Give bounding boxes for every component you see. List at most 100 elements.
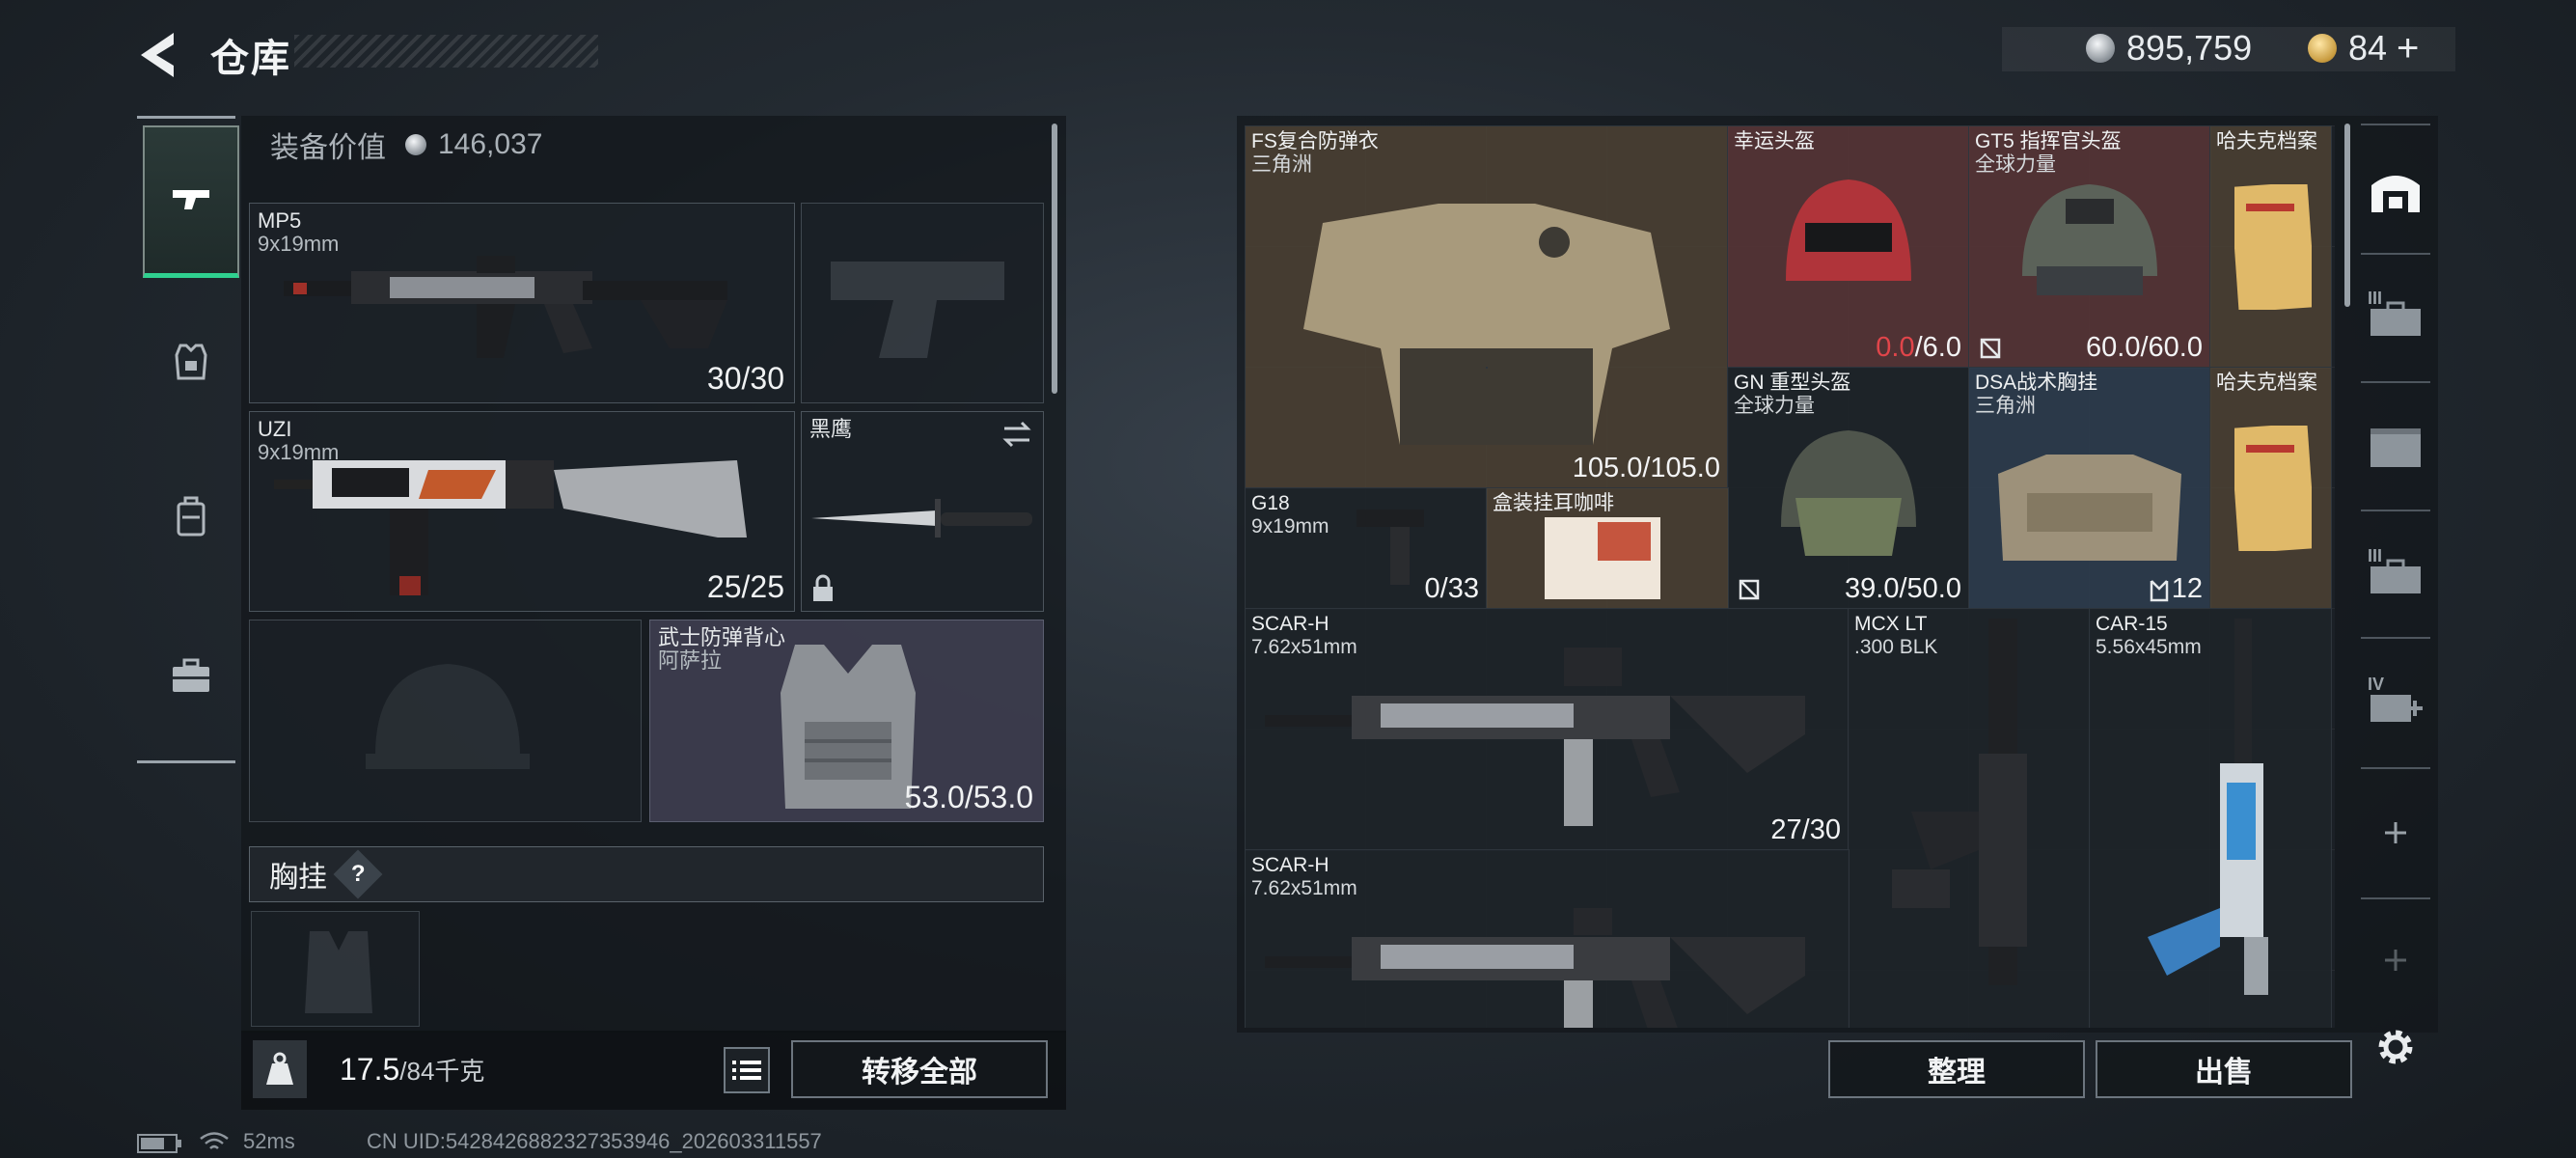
- storage-item-gt5-helmet[interactable]: GT5 指挥官头盔 全球力量 60.0/60.0: [1968, 125, 2211, 369]
- armor-name: 武士防弹背心: [658, 625, 786, 649]
- helmet-placeholder-icon: [366, 664, 530, 769]
- mp5-image: [284, 256, 727, 358]
- tab-armor[interactable]: [143, 323, 239, 400]
- storage-scrollbar[interactable]: [2344, 124, 2350, 307]
- tab-storage-box[interactable]: [2362, 413, 2429, 481]
- tab-case-iv[interactable]: IV: [2362, 671, 2429, 738]
- weapon-name: MP5: [258, 208, 302, 233]
- melee-slot[interactable]: 黑鹰: [801, 411, 1044, 612]
- capacity-icon: [2150, 580, 2169, 602]
- side-divider: [2361, 381, 2430, 383]
- repair-disabled-icon: [1980, 338, 2001, 359]
- plus-icon: [2385, 822, 2406, 843]
- tab-case-iii-2[interactable]: III: [2362, 542, 2429, 610]
- mcx-lt-image: [1892, 619, 2027, 985]
- storage-item-coffee[interactable]: 盒装挂耳咖啡: [1486, 487, 1729, 610]
- swap-icon[interactable]: [1000, 420, 1033, 449]
- weapon-ammo: 25/25: [706, 569, 784, 604]
- storage-item-dsa-chest-rig[interactable]: DSA战术胸挂 三角洲 12: [1968, 367, 2211, 610]
- armor-slot[interactable]: 武士防弹背心 阿萨拉 53.0/53.0: [649, 620, 1044, 822]
- chest-rig-label: 胸挂: [269, 862, 327, 894]
- storage-box-icon: [2370, 428, 2421, 467]
- side-divider: [2361, 767, 2430, 769]
- nav-divider-bottom: [137, 760, 235, 763]
- scar-h-image: [1265, 648, 1805, 826]
- vest-image: [781, 645, 916, 809]
- melee-name: 黑鹰: [809, 417, 853, 441]
- gn-helmet-image: [1781, 430, 1916, 556]
- storage-item-scar-h-1[interactable]: SCAR-H 7.62x51mm 27/30: [1245, 608, 1850, 851]
- item-ammo: 27/30: [1770, 814, 1841, 845]
- file-image: [2234, 426, 2312, 551]
- weight-icon: [253, 1040, 307, 1098]
- scar-h-image: [1265, 908, 1805, 1028]
- chest-rig-image: [1998, 455, 2181, 561]
- secondary-weapon-slot[interactable]: UZI 9x19mm 25/25: [249, 411, 795, 612]
- lock-icon: [813, 574, 833, 601]
- tab-weapons[interactable]: [143, 125, 239, 278]
- transfer-all-button[interactable]: 转移全部: [791, 1040, 1048, 1098]
- item-capacity: 12: [2171, 573, 2203, 604]
- battery-icon: [137, 1134, 181, 1153]
- settings-button[interactable]: [2362, 1013, 2429, 1081]
- title-decoration: [294, 35, 598, 68]
- helmet-slot-empty[interactable]: [249, 620, 642, 822]
- g18-image: [1357, 510, 1424, 585]
- chest-rig-placeholder-icon: [305, 931, 372, 1013]
- armor-source: 阿萨拉: [658, 648, 723, 673]
- tab-case[interactable]: [143, 637, 239, 714]
- nav-divider-top: [137, 116, 235, 119]
- item-durability: 39.0/50.0: [1845, 573, 1961, 604]
- tab-backpack[interactable]: [143, 478, 239, 555]
- item-name: 哈夫克档案: [2216, 372, 2317, 394]
- sell-button[interactable]: 出售: [2096, 1040, 2352, 1098]
- wifi-icon: [200, 1132, 229, 1149]
- side-divider: [2361, 897, 2430, 899]
- silver-amount: 895,759: [2126, 28, 2253, 68]
- pistol-placeholder-icon: [831, 262, 1004, 358]
- tab-warehouse[interactable]: [2362, 157, 2429, 225]
- item-source: 三角洲: [1975, 395, 2036, 417]
- help-icon[interactable]: ?: [333, 849, 383, 899]
- sort-button[interactable]: 整理: [1828, 1040, 2085, 1098]
- back-arrow-icon[interactable]: [135, 29, 183, 81]
- side-divider: [2361, 637, 2430, 639]
- gt5-helmet-image: [2022, 184, 2157, 295]
- storage-item-scar-h-2[interactable]: SCAR-H 7.62x51mm: [1245, 849, 1850, 1028]
- add-tab-button[interactable]: [2362, 799, 2429, 867]
- tab-case-iii-1[interactable]: III: [2362, 285, 2429, 352]
- pistol-icon: [173, 189, 209, 209]
- silver-coin-icon: [405, 134, 426, 155]
- storage-item-g18[interactable]: G18 9x19mm 0/33: [1245, 487, 1488, 610]
- storage-item-haavk-file-2[interactable]: 哈夫克档案: [2209, 367, 2332, 610]
- loadout-scrollbar[interactable]: [1052, 124, 1057, 394]
- list-icon: [732, 1061, 761, 1080]
- chest-rig-slot-empty[interactable]: [251, 911, 420, 1027]
- add-currency-button[interactable]: +: [2397, 27, 2419, 70]
- item-caliber: 9x19mm: [1251, 515, 1329, 538]
- page-title: 仓库: [210, 38, 291, 80]
- add-tab-button-disabled: [2362, 926, 2429, 994]
- storage-item-lucky-helmet[interactable]: 幸运头盔 0.0/6.0: [1727, 125, 1970, 369]
- storage-item-gn-helmet[interactable]: GN 重型头盔 全球力量 39.0/50.0: [1727, 367, 1970, 610]
- pistol-slot-empty[interactable]: [801, 203, 1044, 403]
- weight-current: 17.5: [340, 1052, 400, 1087]
- storage-item-body-armor[interactable]: FS复合防弹衣 三角洲 105.0/105.0: [1245, 125, 1729, 489]
- file-image: [2234, 184, 2312, 310]
- armor-durability: 53.0/53.0: [904, 780, 1033, 814]
- chest-rig-header: 胸挂 ?: [249, 846, 1044, 902]
- item-durability: 0.0/6.0: [1876, 332, 1961, 363]
- briefcase-icon: [173, 658, 209, 692]
- gold-currency[interactable]: 84 +: [2308, 27, 2419, 69]
- storage-item-mcx-lt[interactable]: MCX LT .300 BLK: [1848, 608, 2091, 1028]
- uzi-image: [274, 460, 747, 595]
- lucky-helmet-image: [1786, 179, 1911, 281]
- side-divider: [2361, 124, 2430, 125]
- primary-weapon-slot[interactable]: MP5 9x19mm 30/30: [249, 203, 795, 403]
- storage-item-haavk-file-1[interactable]: 哈夫克档案: [2209, 125, 2332, 369]
- item-name: DSA战术胸挂: [1975, 372, 2098, 394]
- storage-item-car-15[interactable]: CAR-15 5.56x45mm: [2089, 608, 2332, 1028]
- list-view-button[interactable]: [724, 1047, 770, 1093]
- item-name: 幸运头盔: [1734, 130, 1815, 152]
- storage-grid[interactable]: FS复合防弹衣 三角洲 105.0/105.0 幸运头盔 0.0/6.0 GT5…: [1245, 125, 2335, 1028]
